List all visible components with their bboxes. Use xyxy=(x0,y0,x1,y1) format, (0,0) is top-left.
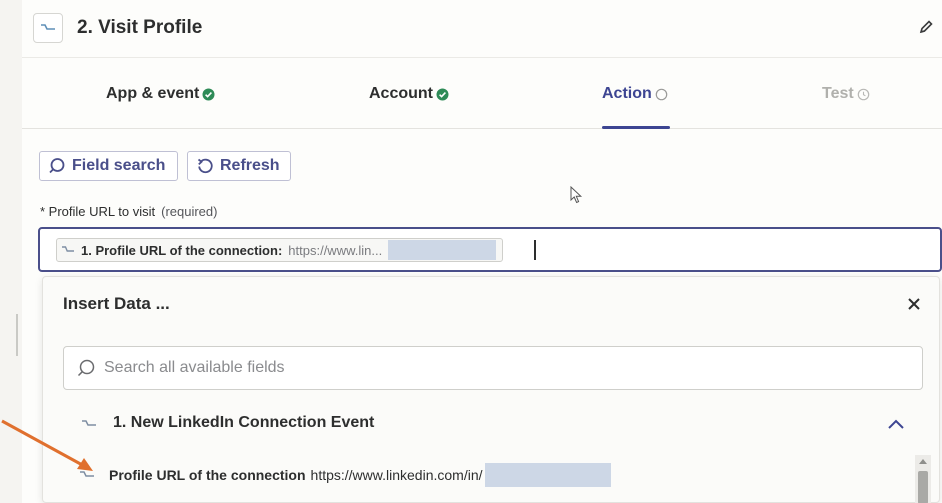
required-text: (required) xyxy=(161,204,218,219)
active-tab-indicator xyxy=(602,126,670,129)
pill-label: 1. Profile URL of the connection: xyxy=(81,242,283,258)
empty-circle-icon xyxy=(655,88,668,100)
row-label: Profile URL of the connection xyxy=(109,467,306,483)
scroll-thumb[interactable] xyxy=(918,471,928,503)
redacted-region xyxy=(484,463,611,487)
data-group-header[interactable]: 1. New LinkedIn Connection Event xyxy=(63,402,925,440)
redacted-region xyxy=(388,240,497,260)
field-label-text: * Profile URL to visit xyxy=(40,204,156,219)
close-icon[interactable] xyxy=(907,297,921,311)
insert-data-panel: Insert Data ... 1. New LinkedIn Connecti… xyxy=(42,276,940,503)
step-title: 2. Visit Profile xyxy=(77,17,203,38)
text-caret xyxy=(534,240,536,260)
search-icon xyxy=(77,359,95,377)
search-fields-box[interactable] xyxy=(63,346,923,390)
annotation-arrow-icon xyxy=(1,419,93,471)
mapped-field-pill[interactable]: 1. Profile URL of the connection: https:… xyxy=(56,238,504,262)
row-value: https://www.linkedin.com/in/ xyxy=(310,467,483,483)
check-circle-icon xyxy=(202,88,215,100)
field-search-label: Field search xyxy=(72,157,166,174)
mouse-cursor-icon xyxy=(570,186,583,204)
chevron-up-icon[interactable] xyxy=(887,418,905,430)
tab-label: Test xyxy=(822,85,854,102)
panel-title: Insert Data ... xyxy=(63,294,170,313)
tab-label: App & event xyxy=(106,85,200,102)
app-icon xyxy=(33,13,63,43)
refresh-icon xyxy=(197,158,213,174)
tab-app-event[interactable]: App & event xyxy=(106,85,215,103)
refresh-label: Refresh xyxy=(220,157,280,174)
clock-circle-icon xyxy=(857,88,870,100)
data-field-row[interactable]: Profile URL of the connection https://ww… xyxy=(63,455,899,495)
profile-url-input[interactable]: 1. Profile URL of the connection: https:… xyxy=(38,227,942,272)
group-title: 1. New LinkedIn Connection Event xyxy=(113,414,375,431)
profile-url-field-label: * Profile URL to visit (required) xyxy=(40,204,217,219)
pill-value: https://www.lin... xyxy=(288,242,383,258)
panel-scrollbar[interactable] xyxy=(915,455,931,503)
linkedin-helper-icon xyxy=(62,246,74,252)
tab-label: Action xyxy=(602,85,652,102)
scroll-up-arrow[interactable] xyxy=(919,459,927,464)
tab-action[interactable]: Action xyxy=(602,85,668,103)
refresh-button[interactable]: Refresh xyxy=(187,151,291,181)
search-icon xyxy=(49,158,65,174)
tab-label: Account xyxy=(369,85,433,102)
step-header: 2. Visit Profile xyxy=(22,0,942,58)
check-circle-icon xyxy=(436,88,449,100)
tab-account[interactable]: Account xyxy=(369,85,449,103)
panel-underlay-edge xyxy=(16,314,18,356)
pencil-icon[interactable] xyxy=(918,19,934,35)
field-search-button[interactable]: Field search xyxy=(39,151,178,181)
step-tabs: App & event Account Action Test xyxy=(22,59,942,129)
search-fields-input[interactable] xyxy=(104,359,884,377)
tab-test[interactable]: Test xyxy=(822,85,870,103)
